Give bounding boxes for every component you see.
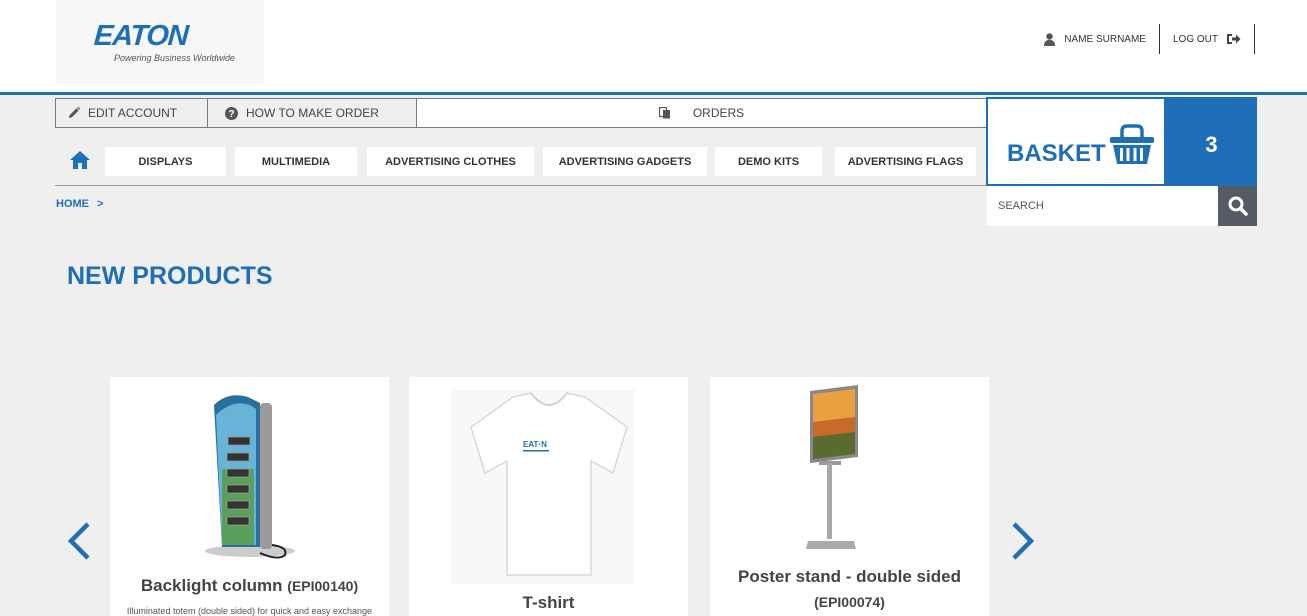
product-image-poster-stand bbox=[806, 385, 858, 549]
breadcrumb-separator: > bbox=[97, 198, 104, 210]
eaton-logo[interactable]: EATON Powering Business Worldwide bbox=[56, 0, 264, 84]
category-displays[interactable]: DISPLAYS bbox=[105, 147, 226, 176]
basket-count[interactable]: 3 bbox=[1166, 97, 1257, 186]
svg-text:?: ? bbox=[228, 109, 234, 120]
product-name: Backlight column bbox=[140, 576, 283, 595]
product-title: Backlight column (EPI00140) bbox=[110, 576, 389, 596]
divider bbox=[1254, 24, 1255, 54]
search-input[interactable] bbox=[987, 186, 1218, 226]
edit-account-link[interactable]: EDIT ACCOUNT bbox=[56, 99, 208, 127]
category-multimedia[interactable]: MULTIMEDIA bbox=[235, 147, 357, 176]
category-demo-kits[interactable]: DEMO KITS bbox=[715, 147, 822, 176]
how-to-order-label: HOW TO MAKE ORDER bbox=[246, 106, 379, 120]
logo-tagline: Powering Business Worldwide bbox=[114, 53, 236, 63]
basket-label: BASKET bbox=[1007, 140, 1106, 167]
product-image-backlight-column bbox=[205, 395, 295, 559]
category-nav: DISPLAYS MULTIMEDIA ADVERTISING CLOTHES … bbox=[55, 128, 987, 186]
product-name: T-shirt bbox=[522, 593, 575, 612]
search-bar bbox=[987, 186, 1257, 226]
question-icon: ? bbox=[225, 106, 238, 120]
carousel-next-arrow-icon[interactable] bbox=[1010, 521, 1036, 561]
product-image-t-shirt: EAT·N bbox=[451, 389, 635, 584]
category-advertising-gadgets[interactable]: ADVERTISING GADGETS bbox=[543, 147, 707, 176]
product-card-poster-stand[interactable]: Poster stand - double sided (EPI00074) bbox=[710, 377, 989, 616]
logo-wordmark: EATON bbox=[92, 20, 189, 52]
user-name: NAME SURNAME bbox=[1064, 33, 1146, 45]
edit-account-label: EDIT ACCOUNT bbox=[88, 106, 178, 120]
breadcrumb-home[interactable]: HOME bbox=[56, 198, 89, 210]
search-icon bbox=[1228, 196, 1248, 216]
product-title: T-shirt bbox=[409, 593, 688, 613]
orders-label: ORDERS bbox=[692, 106, 745, 120]
product-description: Illuminated totem (double sided) for qui… bbox=[126, 606, 373, 616]
product-card-backlight-column[interactable]: Backlight column (EPI00140) Illuminated … bbox=[110, 377, 389, 616]
logout-button[interactable]: LOG OUT bbox=[1158, 24, 1254, 54]
orders-icon bbox=[658, 107, 670, 119]
page-title: NEW PRODUCTS bbox=[67, 262, 273, 290]
category-advertising-flags[interactable]: ADVERTISING FLAGS bbox=[835, 147, 976, 176]
home-icon[interactable] bbox=[70, 151, 90, 169]
product-code: (EPI00140) bbox=[287, 578, 359, 594]
product-title: Poster stand - double sided bbox=[738, 567, 961, 586]
breadcrumb: HOME > bbox=[56, 198, 103, 210]
how-to-order-link[interactable]: ? HOW TO MAKE ORDER bbox=[208, 99, 417, 127]
search-button[interactable] bbox=[1218, 186, 1257, 226]
carousel-prev-arrow-icon[interactable] bbox=[66, 521, 92, 561]
user-bar: NAME SURNAME LOG OUT bbox=[1031, 24, 1255, 54]
logout-label: LOG OUT bbox=[1172, 33, 1218, 45]
product-card-t-shirt[interactable]: EAT·N T-shirt bbox=[409, 377, 688, 616]
svg-text:EAT·N: EAT·N bbox=[523, 440, 547, 449]
user-name-link[interactable]: NAME SURNAME bbox=[1031, 24, 1159, 54]
user-icon bbox=[1044, 32, 1056, 46]
orders-link[interactable]: ORDERS bbox=[417, 99, 986, 127]
logout-icon bbox=[1227, 34, 1241, 44]
basket-icon bbox=[1110, 124, 1154, 164]
account-nav: EDIT ACCOUNT ? HOW TO MAKE ORDER ORDERS bbox=[55, 98, 987, 128]
site-header: EATON Powering Business Worldwide NAME S… bbox=[0, 0, 1307, 95]
pencil-icon bbox=[69, 107, 80, 118]
basket-button[interactable]: BASKET bbox=[986, 97, 1166, 186]
product-code: (EPI00074) bbox=[814, 594, 885, 610]
category-advertising-clothes[interactable]: ADVERTISING CLOTHES bbox=[367, 147, 534, 176]
